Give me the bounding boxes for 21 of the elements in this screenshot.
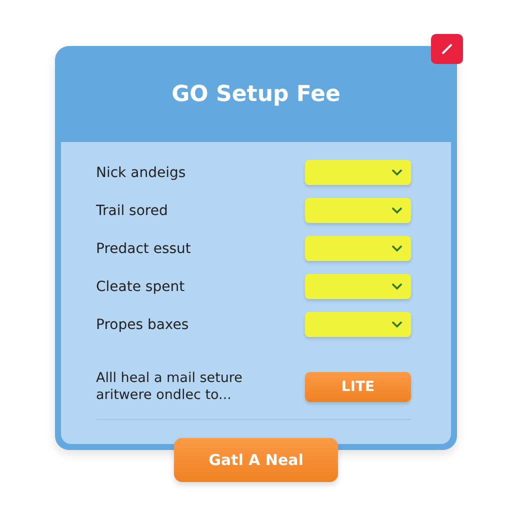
chevron-down-icon — [392, 207, 402, 214]
chevron-down-icon — [392, 321, 402, 328]
dropdown[interactable] — [305, 274, 411, 299]
row-label: Nick andeigs — [96, 164, 186, 180]
dropdown[interactable] — [305, 312, 411, 337]
slash-icon — [441, 43, 453, 55]
lite-button[interactable]: LITE — [305, 372, 411, 402]
primary-button[interactable]: Gatl A Neal — [174, 438, 338, 482]
description-text: Alll heal a mail seture aritwere ondlec to... — [96, 370, 244, 404]
row-label: Cleate spent — [96, 278, 185, 294]
dropdown[interactable] — [305, 236, 411, 261]
chevron-down-icon — [392, 169, 402, 176]
row-label: Predact essut — [96, 240, 191, 256]
close-button[interactable] — [431, 34, 463, 64]
dialog-title: GO Setup Fee — [172, 82, 340, 106]
chevron-down-icon — [392, 283, 402, 290]
row-label: Trail sored — [96, 202, 168, 218]
dropdown[interactable] — [305, 198, 411, 223]
row-label: Propes baxes — [96, 316, 189, 332]
dropdown[interactable] — [305, 160, 411, 185]
chevron-down-icon — [392, 245, 402, 252]
